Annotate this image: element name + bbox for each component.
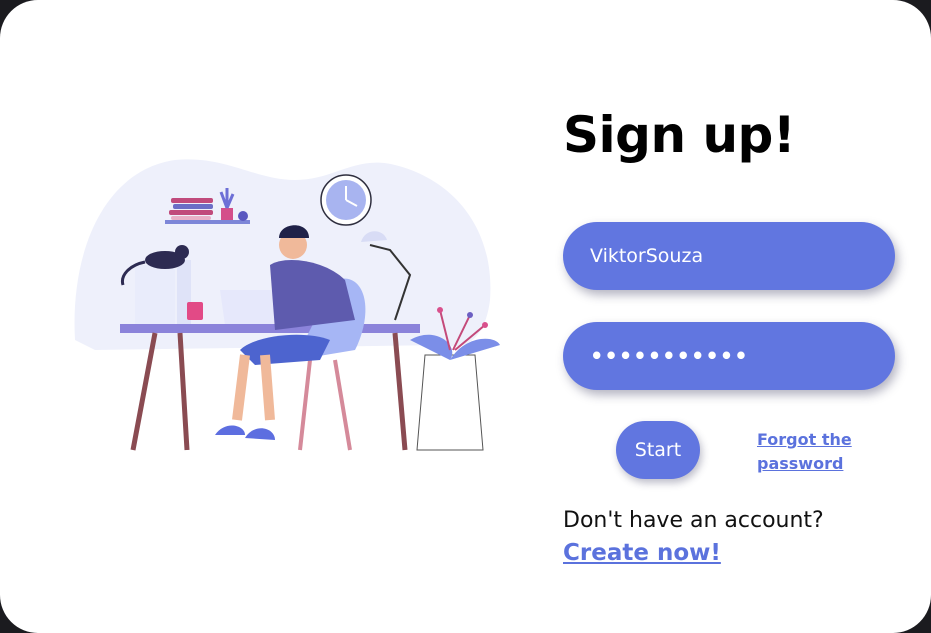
- start-button[interactable]: Start: [616, 421, 700, 479]
- signup-card: Sign up! ViktorSouza ••••••••••• Start F…: [0, 0, 931, 633]
- workspace-illustration: [74, 159, 500, 451]
- create-account-link[interactable]: Create now!: [563, 540, 721, 566]
- no-account-text: Don't have an account?: [563, 508, 824, 533]
- page-title: Sign up!: [563, 106, 796, 164]
- forgot-password-link[interactable]: Forgot the password: [757, 428, 857, 476]
- username-input[interactable]: ViktorSouza: [563, 222, 895, 290]
- password-input[interactable]: •••••••••••: [563, 322, 895, 390]
